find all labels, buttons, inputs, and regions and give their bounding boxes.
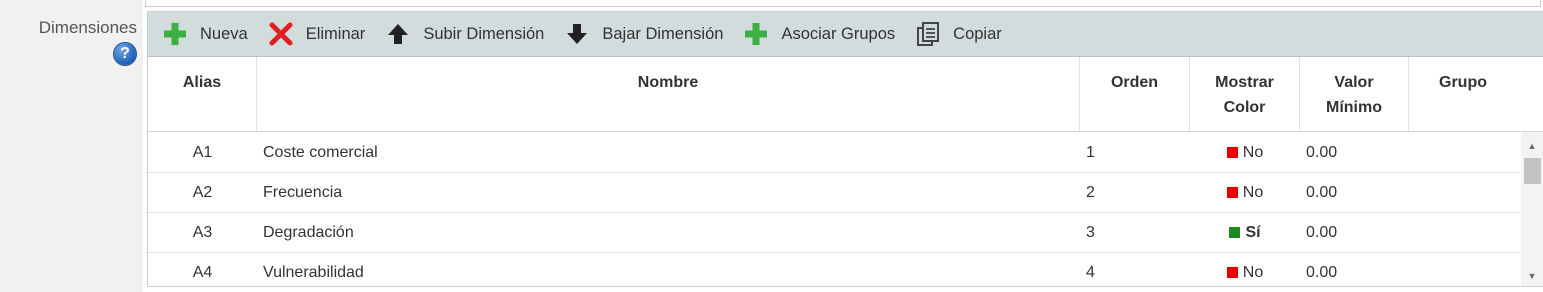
- column-header-orden[interactable]: Orden: [1080, 57, 1190, 131]
- help-icon[interactable]: ?: [114, 43, 136, 65]
- new-button[interactable]: Nueva: [162, 21, 248, 47]
- color-swatch-green: [1229, 227, 1241, 238]
- cell-mostrar-color: Sí: [1190, 213, 1300, 252]
- cell-orden: 4: [1086, 264, 1095, 281]
- cell-nombre: Degradación: [263, 224, 354, 241]
- table-row[interactable]: A4 Vulnerabilidad 4 No 0.00: [148, 253, 1521, 286]
- table-row[interactable]: A1 Coste comercial 1 No 0.00: [148, 133, 1521, 173]
- move-up-button-label: Subir Dimensión: [423, 24, 545, 43]
- column-header-nombre[interactable]: Nombre: [257, 57, 1080, 131]
- grid-header: Alias Nombre Orden Mostrar Color Valor M…: [148, 57, 1543, 132]
- table-row[interactable]: A2 Frecuencia 2 No 0.00: [148, 173, 1521, 213]
- x-icon: [269, 22, 293, 46]
- cell-nombre: Vulnerabilidad: [263, 264, 364, 281]
- scroll-thumb[interactable]: [1524, 158, 1541, 184]
- field-label-column: Dimensiones ?: [0, 0, 143, 292]
- cell-orden: 3: [1086, 224, 1095, 241]
- cell-mostrar-color-value: No: [1242, 184, 1264, 201]
- scroll-up-icon[interactable]: ▲: [1521, 136, 1543, 156]
- move-down-button[interactable]: Bajar Dimensión: [564, 21, 723, 47]
- arrow-up-icon: [388, 24, 409, 44]
- copy-button-label: Copiar: [953, 24, 1002, 43]
- toolbar: Nueva Eliminar Subir Dimensión Bajar Dim…: [148, 12, 1543, 57]
- column-header-mostrar-color[interactable]: Mostrar Color: [1190, 57, 1300, 131]
- field-label: Dimensiones: [38, 18, 137, 37]
- column-header-alias[interactable]: Alias: [148, 57, 257, 131]
- vertical-scrollbar[interactable]: ▲ ▼: [1521, 132, 1543, 286]
- table-row[interactable]: A3 Degradación 3 Sí 0.00: [148, 213, 1521, 253]
- grid-body: A1 Coste comercial 1 No 0.00 A2 Frecuenc…: [148, 132, 1521, 286]
- associate-groups-button-label: Asociar Grupos: [781, 24, 896, 43]
- cell-mostrar-color: No: [1190, 253, 1300, 286]
- cell-alias: A4: [192, 264, 213, 281]
- cell-mostrar-color: No: [1190, 133, 1300, 172]
- cell-mostrar-color-value: No: [1242, 264, 1264, 281]
- copy-button[interactable]: Copiar: [915, 21, 1002, 47]
- cell-mostrar-color-value: Sí: [1245, 224, 1261, 241]
- move-up-button[interactable]: Subir Dimensión: [385, 21, 544, 47]
- cell-nombre: Coste comercial: [263, 144, 378, 161]
- delete-button[interactable]: Eliminar: [268, 21, 366, 47]
- dimensions-panel: Nueva Eliminar Subir Dimensión Bajar Dim…: [147, 11, 1543, 287]
- cell-alias: A2: [192, 184, 213, 201]
- column-header-valor-minimo[interactable]: Valor Mínimo: [1300, 57, 1409, 131]
- cell-alias: A3: [192, 224, 213, 241]
- color-swatch-red: [1226, 147, 1238, 158]
- color-swatch-red: [1226, 187, 1238, 198]
- new-button-label: Nueva: [200, 24, 248, 43]
- delete-button-label: Eliminar: [305, 24, 366, 43]
- cell-orden: 1: [1086, 144, 1095, 161]
- cell-alias: A1: [192, 144, 213, 161]
- cell-nombre: Frecuencia: [263, 184, 343, 201]
- color-swatch-red: [1226, 267, 1238, 278]
- cell-valor-minimo: 0.00: [1306, 184, 1338, 201]
- plus-icon: [745, 23, 768, 45]
- cell-valor-minimo: 0.00: [1306, 264, 1338, 281]
- column-header-grupo[interactable]: Grupo: [1409, 57, 1517, 131]
- cell-mostrar-color: No: [1190, 173, 1300, 212]
- scroll-down-icon[interactable]: ▼: [1521, 266, 1543, 286]
- cell-orden: 2: [1086, 184, 1095, 201]
- move-down-button-label: Bajar Dimensión: [602, 24, 724, 43]
- copy-icon: [917, 22, 940, 46]
- previous-field-box: [145, 0, 1541, 7]
- associate-groups-button[interactable]: Asociar Grupos: [743, 21, 895, 47]
- plus-icon: [164, 23, 186, 45]
- cell-valor-minimo: 0.00: [1306, 144, 1338, 161]
- cell-valor-minimo: 0.00: [1306, 224, 1338, 241]
- arrow-down-icon: [567, 24, 588, 44]
- cell-mostrar-color-value: No: [1242, 144, 1264, 161]
